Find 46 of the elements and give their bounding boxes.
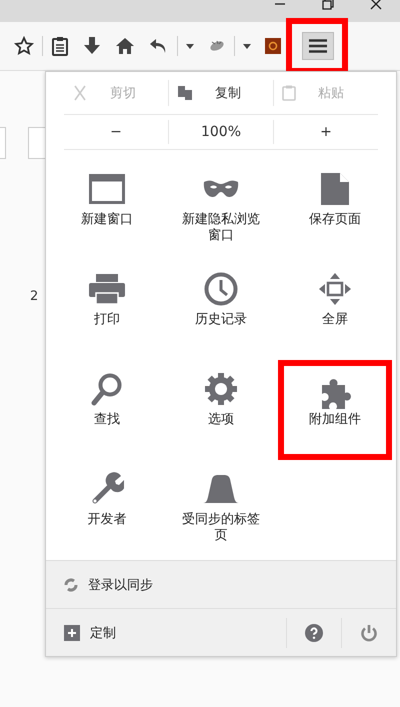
printer-icon: [88, 273, 126, 305]
help-icon: [305, 624, 323, 642]
menu-item[interactable]: 查找: [50, 360, 164, 460]
copy-icon: [177, 85, 193, 101]
zoom-reset-button[interactable]: 100%: [168, 120, 273, 144]
menu-item[interactable]: 受同步的标签页: [164, 460, 278, 560]
menu-item[interactable]: 选项: [164, 360, 278, 460]
clipboard-icon[interactable]: [51, 36, 69, 56]
page-icon: [320, 172, 350, 206]
sync-button[interactable]: 登录以同步: [46, 560, 396, 608]
search-icon: [91, 372, 123, 406]
menu-item[interactable]: 新建窗口: [50, 160, 164, 260]
clipboard-icon: [282, 85, 296, 101]
menu-item[interactable]: 保存页面: [278, 160, 392, 260]
tab-icon: [202, 474, 240, 504]
home-icon[interactable]: [115, 37, 135, 55]
mask-icon: [203, 179, 239, 199]
menu-item[interactable]: 附加组件: [278, 360, 392, 460]
power-icon: [360, 624, 378, 642]
window-icon: [89, 174, 125, 204]
scissors-icon: [72, 85, 88, 101]
menu-item[interactable]: 新建隐私浏览窗口: [164, 160, 278, 260]
close-icon[interactable]: [370, 0, 382, 10]
page-text: 2: [30, 289, 38, 304]
dropdown-icon[interactable]: [243, 44, 251, 48]
dropdown-icon[interactable]: [186, 44, 194, 48]
menu-item[interactable]: 历史记录: [164, 260, 278, 360]
zoom-out-button[interactable]: −: [64, 120, 168, 144]
menu-icon: [309, 39, 327, 53]
star-icon[interactable]: [14, 36, 34, 56]
plus-icon: [64, 624, 80, 640]
menu-item[interactable]: 打印: [50, 260, 164, 360]
bug-icon[interactable]: [208, 39, 226, 53]
clock-icon: [204, 272, 238, 306]
edit-button[interactable]: 复制: [168, 80, 273, 106]
extension-icon[interactable]: [265, 38, 281, 54]
restore-icon[interactable]: [322, 0, 334, 10]
menu-button[interactable]: [302, 32, 334, 60]
gear-icon: [204, 372, 238, 406]
download-icon[interactable]: [83, 36, 101, 56]
fullscreen-icon: [318, 272, 352, 306]
menu-item[interactable]: 开发者: [50, 460, 164, 560]
wrench-icon: [90, 472, 124, 506]
zoom-in-button[interactable]: +: [273, 120, 378, 144]
sync-icon: [64, 578, 78, 592]
menu-item[interactable]: 全屏: [278, 260, 392, 360]
